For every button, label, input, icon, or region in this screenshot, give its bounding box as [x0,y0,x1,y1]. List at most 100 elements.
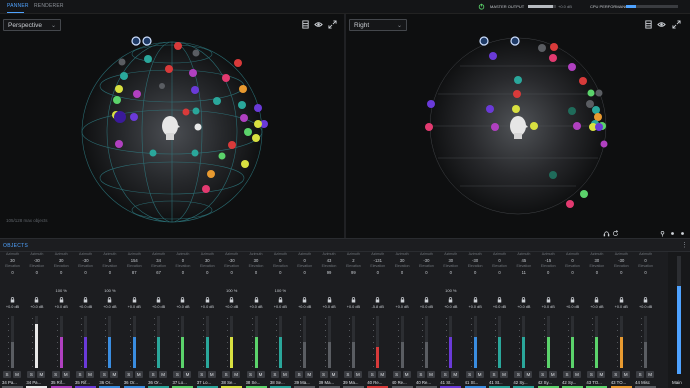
azimuth-value[interactable]: -30 [465,258,486,263]
gain-fader[interactable] [205,316,209,368]
lock-icon[interactable] [107,297,112,303]
azimuth-value[interactable]: 0 [172,258,193,263]
elevation-value[interactable]: 0 [221,270,242,275]
mute-button[interactable]: M [500,371,508,378]
lock-icon[interactable] [400,297,405,303]
solo-button[interactable]: S [587,371,596,378]
gain-value[interactable]: +0.0 dB [586,305,607,309]
solo-button[interactable]: S [490,371,498,378]
elevation-value[interactable]: 99 [343,270,364,275]
lock-icon[interactable] [448,297,453,303]
object-name[interactable]: 41 St... [440,380,461,385]
object-name[interactable]: 34 Pa... [26,380,47,385]
mute-button[interactable]: M [86,371,95,378]
gain-fader[interactable] [303,316,307,368]
elevation-value[interactable]: 0 [197,270,218,275]
gain-fader[interactable] [84,316,88,368]
object-name[interactable]: 37 Lo... [197,380,218,385]
elevation-value[interactable]: 0 [465,270,486,275]
lock-icon[interactable] [205,297,210,303]
eye-icon[interactable] [314,20,323,29]
gain-value[interactable]: +0.0 dB [392,305,413,309]
elevation-value[interactable]: 99 [319,270,340,275]
mute-button[interactable]: M [597,371,606,378]
gain-fader[interactable] [595,316,599,368]
elevation-value[interactable]: 0 [2,270,23,275]
lock-icon[interactable] [229,297,234,303]
azimuth-value[interactable]: 30 [392,258,413,263]
object-name[interactable]: 38 Se... [270,380,291,385]
mute-button[interactable]: M [426,371,435,378]
mute-button[interactable]: M [110,371,119,378]
gain-value[interactable]: +0.0 dB [440,305,461,309]
more-options-icon[interactable]: ⋮ [681,241,688,249]
lock-icon[interactable] [643,297,648,303]
solo-button[interactable]: S [197,371,206,378]
right-sphere[interactable] [346,14,690,238]
gain-value[interactable]: +0.0 dB [489,305,510,309]
gain-value[interactable]: +0.0 dB [26,305,47,309]
view-select-right[interactable]: Right ⌄ [349,19,407,31]
mute-button[interactable]: M [13,371,21,378]
elevation-value[interactable]: 0 [635,270,656,275]
azimuth-value[interactable]: 0 [489,258,510,263]
mute-button[interactable]: M [451,371,460,378]
object-name[interactable]: 35 Rif... [51,380,72,385]
elevation-value[interactable]: 0 [51,270,72,275]
gain-value[interactable]: +0.0 dB [124,305,145,309]
lock-icon[interactable] [180,297,185,303]
solo-button[interactable]: S [514,371,523,378]
solo-button[interactable]: S [76,371,85,378]
solo-button[interactable]: S [465,371,474,378]
object-name[interactable]: 35 Rif... [75,380,96,385]
elevation-value[interactable]: 0 [26,270,47,275]
azimuth-value[interactable]: -30 [611,258,632,263]
elevation-value[interactable]: 0 [246,270,267,275]
solo-button[interactable]: S [3,371,11,378]
perspective-sphere[interactable] [0,14,344,238]
mute-button[interactable]: M [548,371,557,378]
gain-fader[interactable] [351,316,355,368]
mute-button[interactable]: M [646,371,655,378]
power-icon[interactable] [478,3,485,10]
object-name[interactable]: 42 Sy... [513,380,534,385]
lock-icon[interactable] [302,297,307,303]
grid-toggle-icon[interactable] [644,20,653,29]
azimuth-value[interactable]: -15 [538,258,559,263]
azimuth-value[interactable]: 43 [319,258,340,263]
lock-icon[interactable] [34,297,39,303]
gain-value[interactable]: +0.0 dB [51,305,72,309]
azimuth-value[interactable]: 34 [148,258,169,263]
gain-fader[interactable] [181,316,185,368]
lock-icon[interactable] [473,297,478,303]
elevation-value[interactable]: 87 [124,270,145,275]
lock-icon[interactable] [375,297,380,303]
distance-value[interactable]: 100 % [221,288,242,293]
elevation-value[interactable]: 0 [367,270,388,275]
solo-button[interactable]: S [611,371,620,378]
object-name[interactable]: 38 Se... [221,380,242,385]
gain-value[interactable]: +0.0 dB [2,305,23,309]
solo-button[interactable]: S [319,371,328,378]
gain-value[interactable]: +0.0 dB [416,305,437,309]
lock-icon[interactable] [619,297,624,303]
mute-button[interactable]: M [256,371,265,378]
mute-button[interactable]: M [524,371,533,378]
elevation-value[interactable]: 0 [489,270,510,275]
solo-button[interactable]: S [343,371,352,378]
mute-button[interactable]: M [378,371,387,378]
solo-button[interactable]: S [222,371,231,378]
object-name[interactable]: 38 Se... [246,380,267,385]
solo-button[interactable]: S [416,371,425,378]
elevation-value[interactable]: 0 [294,270,315,275]
tab-panner[interactable]: PANNER [7,3,29,9]
gain-fader[interactable] [376,316,380,368]
azimuth-value[interactable]: 154 [124,258,145,263]
elevation-value[interactable]: 0 [440,270,461,275]
lock-icon[interactable] [424,297,429,303]
solo-button[interactable]: S [441,371,450,378]
object-name[interactable]: 42 Sy... [562,380,583,385]
eye-icon[interactable] [657,20,666,29]
mute-button[interactable]: M [134,371,143,378]
gain-value[interactable]: -5.8 dB [367,305,388,309]
